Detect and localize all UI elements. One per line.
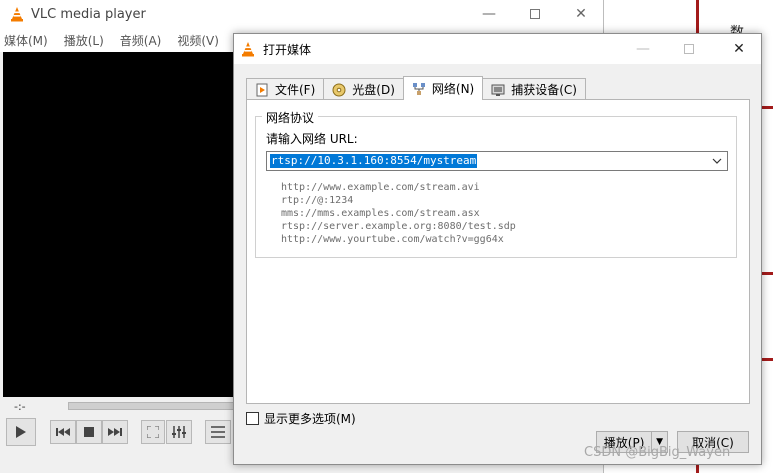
url-label: 请输入网络 URL: [266,132,358,146]
tab-file-label: 文件(F) [275,83,316,97]
stop-icon[interactable] [76,420,102,444]
more-options-label: 显示更多选项(M) [264,412,356,426]
minimize-icon[interactable]: — [466,0,512,28]
chevron-down-icon[interactable] [711,154,723,168]
tab-network[interactable]: 网络(N) [402,76,484,100]
equalizer-icon[interactable] [166,420,192,444]
previous-icon[interactable] [50,420,76,444]
maximize-icon[interactable] [666,34,712,64]
playlist-icon[interactable] [205,420,231,444]
url-example: rtp://@:1234 [281,195,354,206]
url-input-value[interactable]: rtsp://10.3.1.160:8554/mystream [270,154,478,168]
vlc-window-title: VLC media player [31,6,146,22]
url-example: http://www.yourtube.com/watch?v=gg64x [281,234,504,245]
tab-capture-device-label: 捕获设备(C) [511,83,577,97]
network-tab-panel: 网络协议 请输入网络 URL: rtsp://10.3.1.160:8554/m… [246,99,750,404]
minimize-icon[interactable]: — [620,34,666,64]
menu-playback[interactable]: 播放(L) [64,32,104,49]
open-media-dialog: 打开媒体 — ✕ 文件(F) 光盘(D) 网络(N) 捕获设备(C) 网络协议 … [233,33,762,465]
close-icon[interactable]: ✕ [716,34,762,64]
playback-controls [0,415,235,449]
next-icon[interactable] [102,420,128,444]
show-more-options[interactable]: 显示更多选项(M) [246,410,356,427]
tab-network-label: 网络(N) [431,82,475,96]
video-area[interactable] [3,52,235,397]
seek-slider[interactable] [68,402,238,410]
tab-disc-label: 光盘(D) [352,83,395,97]
maximize-icon[interactable] [512,0,558,28]
url-combobox[interactable]: rtsp://10.3.1.160:8554/mystream [266,151,728,171]
play-icon[interactable] [6,418,36,446]
fullscreen-icon[interactable] [141,420,165,444]
network-protocol-group: 网络协议 请输入网络 URL: rtsp://10.3.1.160:8554/m… [255,109,737,258]
tab-file[interactable]: 文件(F) [246,78,325,100]
more-options-checkbox[interactable] [246,412,259,425]
vlc-cone-icon [242,42,254,57]
dialog-tabs: 文件(F) 光盘(D) 网络(N) 捕获设备(C) [246,76,586,100]
url-example: http://www.example.com/stream.avi [281,182,480,193]
watermark: CSDN @BigBig_Wayen [584,445,731,460]
group-title: 网络协议 [262,109,319,126]
tab-capture-device[interactable]: 捕获设备(C) [482,78,586,100]
dialog-title: 打开媒体 [263,42,312,57]
tab-disc[interactable]: 光盘(D) [323,78,404,100]
vlc-cone-icon [11,7,23,22]
url-example: mms://mms.examples.com/stream.asx [281,208,480,219]
url-example: rtsp://server.example.org:8080/test.sdp [281,221,516,232]
menu-video[interactable]: 视频(V) [177,32,219,49]
file-icon [256,83,268,96]
menu-media[interactable]: 媒体(M) [4,32,48,49]
url-examples: http://www.example.com/stream.avi rtp://… [281,181,516,246]
network-icon [412,82,425,95]
disc-icon [332,83,346,96]
menu-audio[interactable]: 音频(A) [120,32,162,49]
capture-device-icon [491,84,505,96]
elapsed-time: -:- [14,399,26,413]
close-icon[interactable]: ✕ [558,0,604,28]
